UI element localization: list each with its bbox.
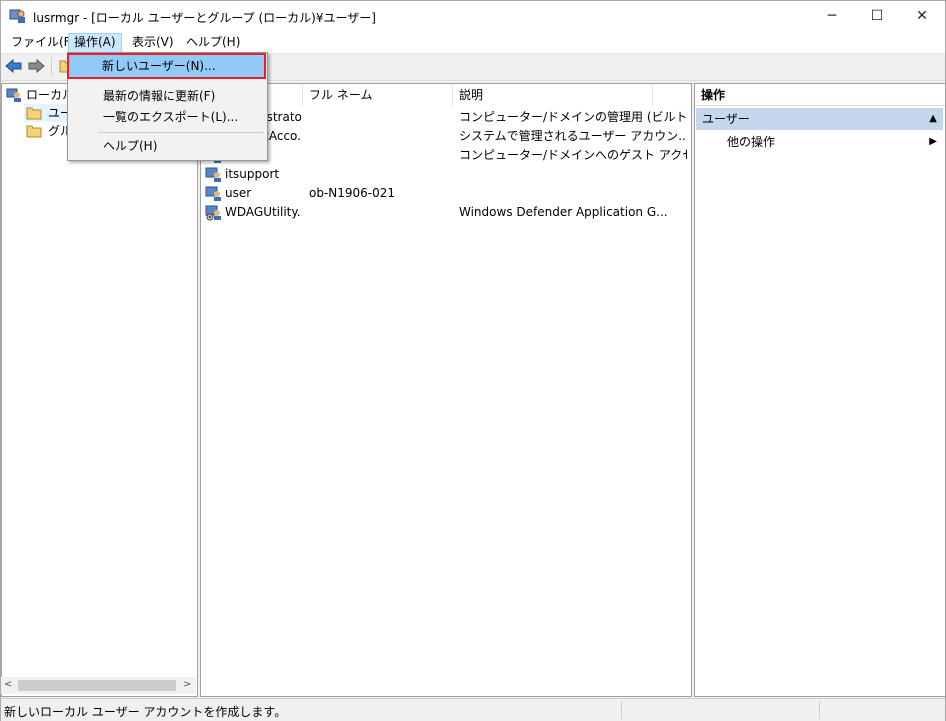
action-menu-dropdown: 新しいユーザー(N)... 最新の情報に更新(F) 一覧のエクスポート(L)..…	[67, 52, 268, 161]
user-description: システムで管理されるユーザー アカウン...	[459, 129, 687, 143]
actions-more-label: 他の操作	[727, 135, 776, 149]
user-list-pane: 名前 フル ネーム 説明 Administrator コンピューター/ドメインの…	[200, 83, 692, 697]
maximize-button[interactable]: ☐	[854, 2, 900, 31]
menu-help[interactable]: ヘルプ(H)	[181, 33, 245, 51]
computer-user-icon	[6, 88, 21, 102]
folder-icon	[26, 125, 42, 138]
menu-item-export-list[interactable]: 一覧のエクスポート(L)...	[70, 106, 265, 128]
menu-view[interactable]: 表示(V)	[127, 33, 179, 51]
user-disabled-icon	[205, 205, 221, 221]
title-bar: lusrmgr - [ローカル ユーザーとグループ (ローカル)¥ユーザー] ─…	[1, 1, 945, 31]
menu-item-new-user[interactable]: 新しいユーザー(N)...	[67, 53, 266, 79]
minimize-button[interactable]: ─	[809, 2, 855, 31]
forward-arrow-icon[interactable]	[27, 58, 45, 74]
back-arrow-icon[interactable]	[5, 58, 23, 74]
window-title: lusrmgr - [ローカル ユーザーとグループ (ローカル)¥ユーザー]	[33, 11, 376, 25]
column-header-description[interactable]: 説明	[453, 84, 653, 106]
scroll-right-icon[interactable]: >	[183, 679, 191, 690]
toolbar-divider	[51, 57, 52, 75]
tree-pane: ローカル ユーザー グループ	[1, 83, 198, 697]
table-row[interactable]: Administrator コンピューター/ドメインの管理用 (ビルト...	[201, 108, 689, 127]
table-row[interactable]: itsupport	[201, 165, 689, 184]
status-text: 新しいローカル ユーザー アカウントを作成します。	[4, 705, 287, 719]
user-description: コンピューター/ドメインの管理用 (ビルト...	[459, 110, 687, 124]
table-row[interactable]: DefaultAcco... システムで管理されるユーザー アカウン...	[201, 127, 689, 146]
menu-action[interactable]: 操作(A)	[68, 33, 122, 53]
scroll-left-icon[interactable]: <	[4, 679, 12, 690]
status-divider	[621, 701, 622, 719]
user-fullname: ob-N1906-021	[309, 186, 396, 200]
menu-item-help[interactable]: ヘルプ(H)	[70, 135, 265, 157]
column-header-fullname[interactable]: フル ネーム	[303, 84, 453, 106]
submenu-arrow-icon: ▶	[929, 136, 937, 147]
user-description: Windows Defender Application G...	[459, 205, 668, 219]
actions-header: 操作	[695, 84, 945, 106]
user-icon	[205, 167, 221, 182]
scrollbar-thumb[interactable]	[18, 680, 176, 691]
app-icon	[9, 9, 25, 23]
table-row[interactable]: Guest コンピューター/ドメインへのゲスト アクセ...	[201, 146, 689, 165]
actions-section-users[interactable]: ユーザー ▲	[696, 108, 943, 130]
actions-more[interactable]: 他の操作 ▶	[696, 132, 943, 152]
menu-separator	[98, 132, 263, 133]
actions-pane: 操作 ユーザー ▲ 他の操作 ▶	[694, 83, 946, 697]
folder-icon	[26, 107, 42, 120]
user-rows: Administrator コンピューター/ドメインの管理用 (ビルト... D…	[201, 108, 689, 222]
close-button[interactable]: ✕	[899, 2, 945, 31]
status-divider	[819, 701, 820, 719]
menu-item-refresh[interactable]: 最新の情報に更新(F)	[70, 85, 265, 107]
user-icon	[205, 186, 221, 201]
user-name: itsupport	[225, 167, 280, 181]
user-description: コンピューター/ドメインへのゲスト アクセ...	[459, 148, 687, 162]
table-row[interactable]: WDAGUtility... Windows Defender Applicat…	[201, 203, 689, 222]
user-name: WDAGUtility...	[225, 205, 301, 219]
status-bar: 新しいローカル ユーザー アカウントを作成します。	[1, 698, 945, 721]
collapse-triangle-icon[interactable]: ▲	[929, 108, 937, 130]
user-name: user	[225, 186, 252, 200]
actions-section-label: ユーザー	[702, 112, 750, 126]
menu-bar: ファイル(F) 操作(A) 表示(V) ヘルプ(H)	[1, 31, 945, 54]
horizontal-scrollbar[interactable]: < >	[1, 677, 196, 694]
table-row[interactable]: user ob-N1906-021	[201, 184, 689, 203]
